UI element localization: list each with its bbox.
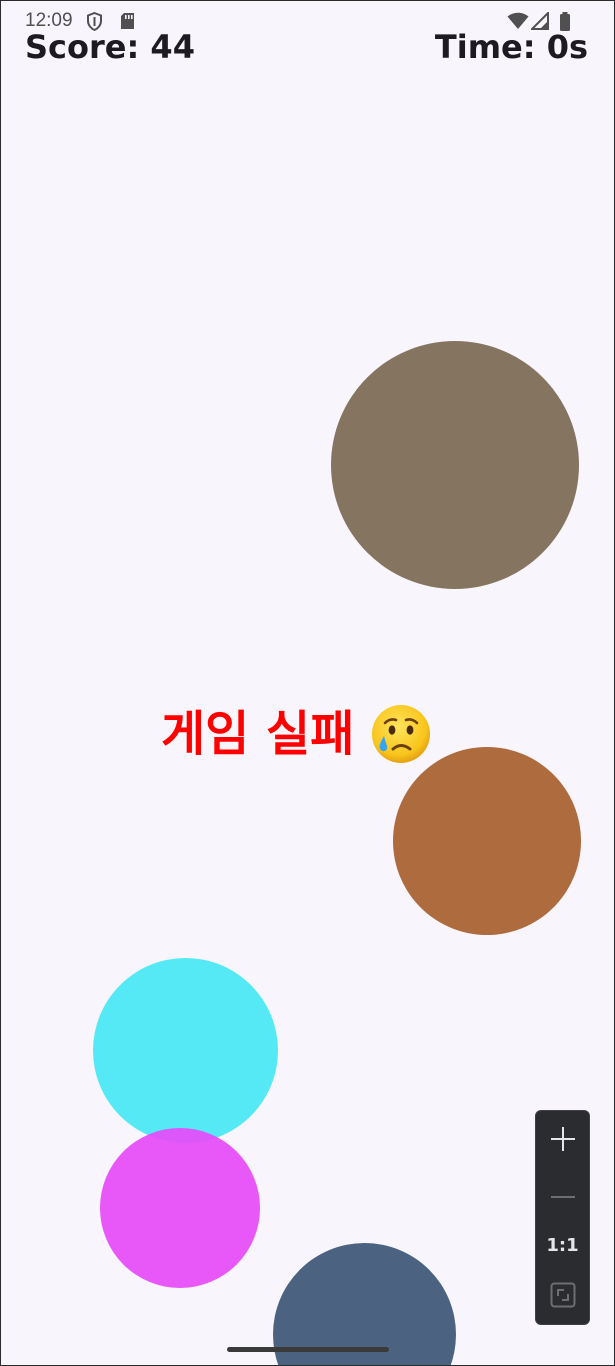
plus-icon bbox=[550, 1126, 576, 1156]
zoom-reset-label: 1:1 bbox=[546, 1234, 579, 1256]
zoom-control-panel: 1:1 bbox=[535, 1110, 590, 1325]
time-label: Time: 0s bbox=[434, 28, 588, 66]
fit-screen-button[interactable] bbox=[536, 1275, 589, 1319]
score-label: Score: 44 bbox=[25, 28, 195, 66]
zoom-in-button[interactable] bbox=[536, 1119, 589, 1163]
zoom-reset-button[interactable]: 1:1 bbox=[536, 1223, 589, 1267]
gesture-nav-handle[interactable] bbox=[227, 1347, 389, 1352]
ball-brown[interactable] bbox=[393, 747, 581, 935]
game-over-message: 게임 실패 bbox=[161, 701, 432, 767]
crying-face-icon bbox=[370, 703, 432, 765]
game-screen[interactable]: 12:09 Score: 44 Time: 0s 게임 실패 1:1 bbox=[0, 0, 615, 1366]
ball-gray-brown[interactable] bbox=[331, 341, 579, 589]
ball-cyan[interactable] bbox=[93, 958, 278, 1143]
game-over-text: 게임 실패 bbox=[161, 706, 355, 762]
minus-icon bbox=[550, 1184, 576, 1203]
zoom-out-button[interactable] bbox=[536, 1171, 589, 1215]
fit-screen-icon bbox=[550, 1282, 576, 1312]
ball-magenta[interactable] bbox=[100, 1128, 260, 1288]
